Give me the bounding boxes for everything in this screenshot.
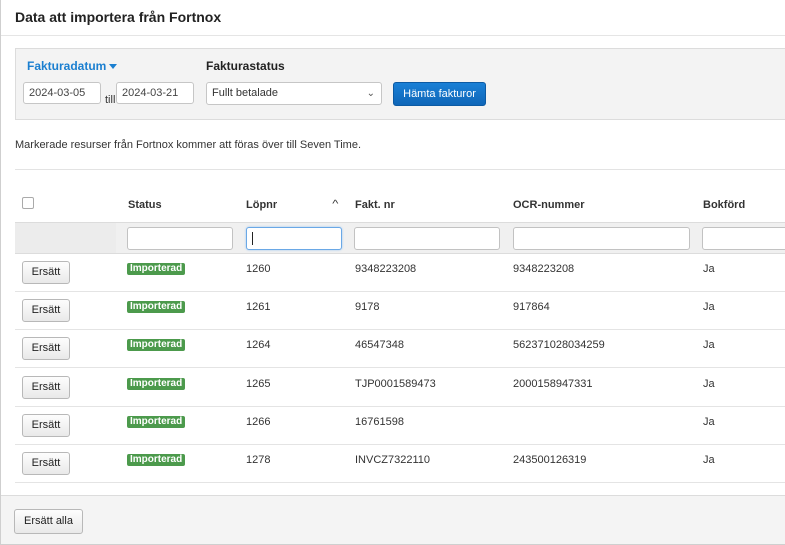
cell-lopnr: 1278: [246, 454, 271, 466]
column-header-ocr[interactable]: OCR-nummer: [513, 199, 585, 211]
cell-bokford: Ja: [703, 416, 715, 428]
cell-fakt-nr: 9348223208: [355, 263, 417, 275]
import-dialog: Data att importera från Fortnox Fakturad…: [0, 0, 785, 545]
caret-down-icon: [109, 64, 118, 70]
filter-status-input[interactable]: [127, 227, 233, 250]
date-field-dropdown[interactable]: Fakturadatum: [27, 59, 118, 73]
replace-button[interactable]: Ersätt: [22, 337, 70, 360]
status-badge: Importerad: [127, 416, 186, 428]
cell-ocr: 9348223208: [513, 263, 575, 275]
cell-fakt-nr: 9178: [355, 301, 380, 313]
sort-ascending-icon[interactable]: ^: [332, 199, 338, 210]
dialog-title: Data att importera från Fortnox: [15, 9, 222, 25]
cell-bokford: Ja: [703, 454, 715, 466]
table-row: Ersätt Importerad 1260 9348223208 9348223208…: [15, 254, 785, 292]
cell-ocr: 243500126319: [513, 454, 587, 466]
dialog-footer: Ersätt alla: [1, 495, 785, 544]
cell-bokford: Ja: [703, 339, 715, 351]
cell-fakt-nr: INVCZ7322110: [355, 454, 431, 466]
filter-bokford-input[interactable]: [702, 227, 785, 250]
table-row: Ersätt Importerad 1261 9178 917864 Ja: [15, 292, 785, 330]
column-header-fakt-nr[interactable]: Fakt. nr: [355, 199, 395, 211]
cell-fakt-nr: 16761598: [355, 416, 404, 428]
column-header-lopnr[interactable]: Löpnr: [246, 199, 277, 211]
cell-bokford: Ja: [703, 378, 715, 390]
fetch-invoices-button[interactable]: Hämta fakturor: [393, 82, 486, 106]
select-all-checkbox[interactable]: [22, 197, 34, 209]
table-row: Ersätt Importerad 1264 46547348 562371028034…: [15, 330, 785, 368]
till-label: till: [105, 94, 116, 106]
table-row: Ersätt Importerad 1265 TJP0001589473 2000158…: [15, 369, 785, 407]
replace-all-button[interactable]: Ersätt alla: [14, 509, 83, 534]
cell-lopnr: 1261: [246, 301, 271, 313]
replace-button[interactable]: Ersätt: [22, 452, 70, 475]
cell-bokford: Ja: [703, 301, 715, 313]
info-divider: [15, 169, 785, 170]
cell-fakt-nr: TJP0001589473: [355, 378, 436, 390]
cell-bokford: Ja: [703, 263, 715, 275]
replace-button[interactable]: Ersätt: [22, 414, 70, 437]
cell-fakt-nr: 46547348: [355, 339, 404, 351]
replace-button[interactable]: Ersätt: [22, 376, 70, 399]
cell-ocr: 2000158947331: [513, 378, 593, 390]
text-cursor: [252, 232, 253, 245]
column-filter-row: [15, 222, 785, 254]
cell-lopnr: 1265: [246, 378, 271, 390]
filter-ocr-input[interactable]: [513, 227, 690, 250]
filter-fakt-nr-input[interactable]: [354, 227, 500, 250]
replace-button[interactable]: Ersätt: [22, 299, 70, 322]
status-badge: Importerad: [127, 263, 186, 275]
cell-lopnr: 1264: [246, 339, 271, 351]
column-header-bokford[interactable]: Bokförd: [703, 199, 745, 211]
table-row: Ersätt Importerad 1266 16761598 Ja: [15, 407, 785, 445]
column-header-status[interactable]: Status: [128, 199, 162, 211]
title-divider: [1, 35, 785, 36]
cell-lopnr: 1266: [246, 416, 271, 428]
filter-row-empty-cell: [15, 223, 116, 253]
date-field-label: Fakturadatum: [27, 59, 107, 73]
date-to-input[interactable]: 2024-03-21: [116, 82, 194, 104]
status-badge: Importerad: [127, 339, 186, 351]
cell-ocr: 562371028034259: [513, 339, 605, 351]
status-badge: Importerad: [127, 454, 186, 466]
replace-button[interactable]: Ersätt: [22, 261, 70, 284]
status-select-value: Fullt betalade: [212, 87, 279, 99]
chevron-down-icon: ⌄: [366, 88, 375, 99]
status-badge: Importerad: [127, 301, 186, 313]
status-select[interactable]: Fullt betalade ⌄: [206, 82, 382, 105]
date-from-input[interactable]: 2024-03-05: [23, 82, 101, 104]
filter-panel: Fakturadatum 2024-03-05 till 2024-03-21 …: [15, 48, 785, 120]
filter-lopnr-input[interactable]: [246, 227, 342, 250]
status-badge: Importerad: [127, 378, 186, 390]
info-text: Markerade resurser från Fortnox kommer a…: [15, 139, 362, 151]
cell-ocr: 917864: [513, 301, 550, 313]
table-row: Ersätt Importerad 1278 INVCZ7322110 24350012…: [15, 445, 785, 483]
cell-lopnr: 1260: [246, 263, 271, 275]
status-filter-label: Fakturastatus: [206, 59, 285, 73]
